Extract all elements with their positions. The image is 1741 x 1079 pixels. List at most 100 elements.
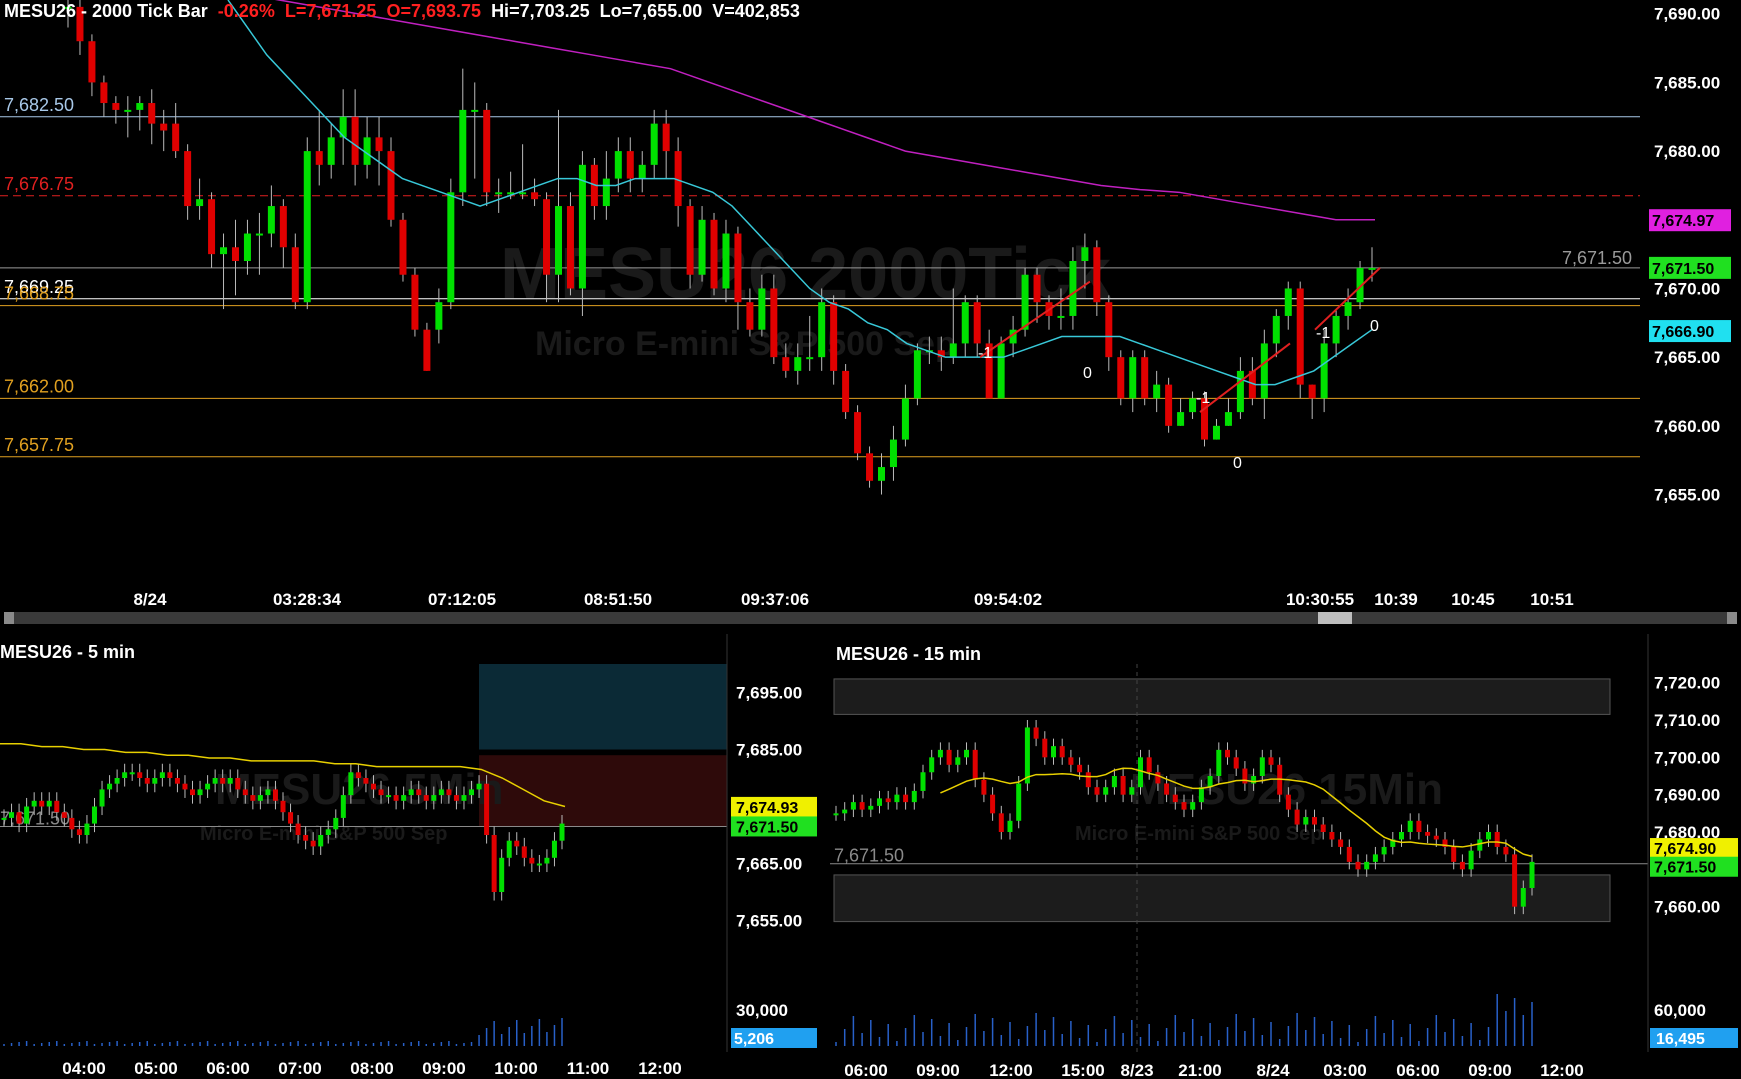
target-zone (479, 664, 727, 750)
candle-body (333, 817, 339, 830)
candle-body (1077, 764, 1083, 773)
candle-body (913, 350, 921, 399)
chart-15min-svg[interactable]: MESU26 15MinMicro E-mini S&P 500 Sep7,67… (830, 634, 1741, 1079)
candle-body (208, 199, 216, 255)
panel15-x-tick: 12:00 (1540, 1061, 1583, 1079)
candle-body (833, 813, 839, 816)
candle-body (529, 857, 535, 864)
candle-body (416, 789, 422, 796)
candle-body (160, 123, 168, 131)
panel15-x-tick: 8/23 (1120, 1061, 1153, 1079)
candle-body (136, 103, 144, 110)
candle-body (31, 800, 37, 807)
candle-body (1425, 832, 1431, 836)
chart-panel-5min[interactable]: MESU26 5Min Micro E-mini S&P 500 Sep 7,671… (0, 634, 822, 1079)
candle-body (614, 151, 622, 179)
main-x-tick: 10:45 (1451, 590, 1494, 609)
panel5-x-tick: 05:00 (134, 1059, 177, 1078)
candle-body (340, 795, 346, 818)
candle-body (272, 789, 278, 801)
candle-body (476, 783, 482, 790)
chart-panel-15min[interactable]: MESU26 15Min Micro E-mini S&P 500 Sep 7,67… (830, 634, 1741, 1079)
candle-body (1120, 776, 1126, 795)
candle-body (1399, 832, 1404, 840)
main-y-tick: 7,690.00 (1654, 5, 1720, 24)
candle-body (937, 749, 943, 758)
candle-body (288, 812, 294, 824)
candle-body (1165, 384, 1173, 426)
candle-body (1329, 832, 1335, 840)
candle-body (972, 749, 978, 780)
main-x-tick: 10:39 (1374, 590, 1417, 609)
main-chart-panel[interactable]: 7,690.007,685.007,680.007,675.007,670.00… (0, 0, 1741, 628)
candle-body (182, 783, 188, 790)
candle-body (920, 772, 926, 791)
candle-body (423, 329, 431, 371)
candle-body (806, 357, 814, 360)
candle-body (1338, 839, 1344, 847)
candle-body (1344, 302, 1352, 316)
candle-body (220, 247, 228, 255)
candle-body (638, 164, 646, 179)
candle-body (1021, 274, 1029, 330)
main-chart-svg[interactable]: 7,690.007,685.007,680.007,675.007,670.00… (0, 0, 1741, 628)
candle-body (1105, 302, 1113, 358)
candle-body (1, 817, 7, 820)
candle-body (973, 302, 981, 344)
level-label: 7,682.50 (4, 95, 74, 115)
candle-body (483, 109, 491, 193)
panel5-y-tick: 7,655.00 (736, 912, 802, 931)
candle-body (782, 357, 790, 371)
candle-body (1164, 783, 1170, 795)
main-y-tick: 7,665.00 (1654, 348, 1720, 367)
candle-body (770, 288, 778, 358)
swing-line (1199, 342, 1291, 413)
panel15-x-tick: 8/24 (1256, 1061, 1290, 1079)
candle-body (543, 199, 551, 275)
candle-body (1486, 832, 1491, 840)
panel5-y-tick: 7,665.00 (736, 855, 802, 874)
candle-body (1111, 776, 1117, 788)
candle-body (227, 778, 233, 784)
candle-body (1236, 370, 1244, 413)
candle-body (698, 219, 706, 275)
main-symbol-title: MESU26 - 2000 Tick Bar (4, 1, 208, 21)
candle-body (1094, 787, 1100, 795)
candle-body (868, 805, 874, 810)
candle-body (196, 199, 204, 207)
candle-body (255, 233, 263, 236)
candle-body (949, 343, 957, 358)
candle-body (1068, 757, 1074, 765)
candle-body (1332, 315, 1340, 344)
candle-body (84, 823, 90, 835)
candle-body (1033, 274, 1041, 303)
candle-body (435, 302, 443, 330)
candle-body (1057, 315, 1065, 318)
main-y-tick: 7,685.00 (1654, 73, 1720, 92)
candle-body (495, 192, 503, 195)
chart-5min-svg[interactable]: MESU26 5MinMicro E-mini S&P 500 Sep7,671… (0, 634, 822, 1079)
candle-body (929, 757, 935, 773)
panel15-last-label: 7,671.50 (834, 846, 904, 866)
main-x-tick: 08:51:50 (584, 590, 652, 609)
candle-body (184, 151, 192, 207)
candle-body (1153, 384, 1161, 399)
candle-body (850, 802, 856, 810)
candle-body (1520, 888, 1526, 907)
main-change: -0.26% (217, 1, 275, 21)
candle-body (250, 795, 256, 801)
candle-body (1033, 727, 1039, 739)
panel5-x-tick: 06:00 (206, 1059, 249, 1078)
candle-body (152, 778, 158, 784)
candle-body (1308, 384, 1316, 399)
candle-body (438, 789, 444, 796)
panel5-title: MESU26 - 5 min (0, 642, 136, 662)
candle-body (205, 783, 211, 790)
candle-body (167, 772, 173, 778)
candle-body (1117, 357, 1125, 399)
main-lo: Lo=7,655.00 (599, 1, 703, 21)
candle-body (1181, 802, 1187, 810)
candle-body (137, 772, 143, 778)
candle-body (279, 206, 287, 248)
main-watermark: MESU26 2000Tick (500, 234, 1112, 314)
